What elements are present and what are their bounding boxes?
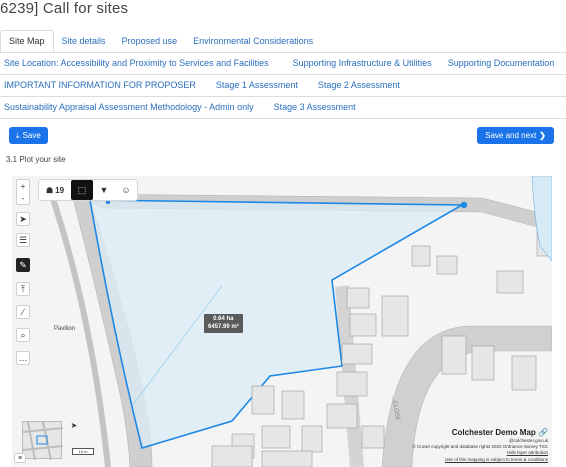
feature-count-button[interactable]: ☗ 19	[39, 180, 71, 200]
map-attribution: Colchester Demo Map 🔗 @colchester.gov.uk…	[370, 427, 548, 463]
zoom-out-button[interactable]: -	[22, 194, 25, 203]
tabs-row-2: Site Location: Accessibility and Proximi…	[0, 52, 558, 74]
palette-icon: ☺	[121, 185, 131, 195]
tab-site-location[interactable]: Site Location: Accessibility and Proximi…	[0, 52, 281, 74]
tab-supporting-documentation[interactable]: Supporting Documentation	[444, 52, 559, 74]
overview-map[interactable]	[22, 421, 64, 461]
terms-link[interactable]: Use of this mapping is subject to terms …	[370, 457, 548, 463]
save-and-next-label: Save and next	[485, 131, 537, 140]
style-button[interactable]: ☺	[115, 180, 137, 200]
search-button[interactable]: ⌕	[16, 328, 30, 342]
more-button[interactable]: …	[16, 351, 30, 365]
marker-icon: ▼	[99, 185, 109, 195]
save-and-next-button[interactable]: Save and next ❯	[477, 127, 554, 144]
pointer-icon: ➤	[19, 213, 27, 224]
pavilion-label: Pavilion	[54, 326, 76, 332]
tabs-row-3: IMPORTANT INFORMATION FOR PROPOSER Stage…	[0, 74, 410, 96]
overview-map-graphic	[22, 421, 64, 461]
map-toolbar: ☗ 19 ⬚ ▼ ☺	[38, 179, 138, 201]
tab-environmental-considerations[interactable]: Environmental Considerations	[185, 30, 321, 52]
area-label: 0.64 ha 6457.99 m²	[204, 314, 243, 333]
place-marker-button[interactable]: ▼	[93, 180, 115, 200]
measure-tool-button[interactable]: ∕	[16, 305, 30, 319]
page-title: 6239] Call for sites	[0, 0, 129, 17]
tab-proposed-use[interactable]: Proposed use	[114, 30, 186, 52]
section-label: 3.1 Plot your site	[6, 155, 66, 164]
tab-stage-3-assessment[interactable]: Stage 3 Assessment	[264, 96, 366, 118]
north-arrow-icon: ➤	[70, 420, 78, 430]
tabs-row-1: Site Map Site details Proposed use Envir…	[0, 30, 321, 52]
draw-polygon-button[interactable]: ⬚	[71, 180, 93, 200]
zoom-in-button[interactable]: +	[21, 182, 26, 191]
upload-tool-button[interactable]: ⤒	[16, 282, 30, 296]
zoom-control: + -	[16, 179, 30, 205]
save-button-label: Save	[22, 131, 41, 140]
basemap: ...CLOSE	[12, 176, 552, 467]
tab-site-map[interactable]: Site Map	[0, 30, 54, 52]
map-title: Colchester Demo Map 🔗	[451, 427, 548, 437]
upload-icon: ⤒	[21, 283, 25, 294]
tabs-row-4: Sustainability Appraisal Assessment Meth…	[0, 96, 366, 118]
layers-icon: ☰	[18, 234, 28, 245]
upload-icon: ⤓	[16, 130, 20, 140]
scale-bar: 10 m	[72, 448, 94, 455]
link-icon: 🔗	[538, 427, 548, 437]
binoculars-icon: ☗	[45, 185, 54, 195]
list-icon: ≡	[17, 454, 23, 462]
search-icon: ⌕	[20, 329, 26, 340]
tab-stage-2-assessment[interactable]: Stage 2 Assessment	[308, 74, 410, 96]
tab-stage-1-assessment[interactable]: Stage 1 Assessment	[206, 74, 308, 96]
ellipsis-icon: …	[18, 353, 28, 363]
save-button[interactable]: ⤓ Save	[9, 127, 48, 144]
site-map[interactable]: ...CLOSE + - ☗ 19 ⬚ ▼ ☺ ➤ ☰ ✎ ⤒ ∕ ⌕ … 0.…	[12, 176, 552, 467]
edit-tool-button[interactable]: ✎	[16, 258, 30, 272]
polygon-icon: ⬚	[77, 184, 87, 195]
pointer-tool-button[interactable]: ➤	[16, 212, 30, 226]
tab-important-information[interactable]: IMPORTANT INFORMATION FOR PROPOSER	[0, 74, 206, 96]
tab-divider	[0, 118, 566, 119]
chevron-right-icon: ❯	[539, 131, 546, 140]
area-square-metres: 6457.99 m²	[208, 323, 239, 330]
tab-site-details[interactable]: Site details	[54, 30, 114, 52]
tab-sustainability-appraisal[interactable]: Sustainability Appraisal Assessment Meth…	[0, 96, 264, 118]
feature-count: 19	[55, 185, 65, 195]
layers-button[interactable]: ☰	[16, 233, 30, 247]
area-hectares: 0.64 ha	[213, 316, 234, 322]
tab-supporting-infrastructure[interactable]: Supporting Infrastructure & Utilities	[281, 52, 444, 74]
ruler-icon: ∕	[22, 307, 24, 317]
legend-toggle-button[interactable]: ≡	[14, 453, 26, 463]
pencil-icon: ✎	[19, 259, 27, 270]
